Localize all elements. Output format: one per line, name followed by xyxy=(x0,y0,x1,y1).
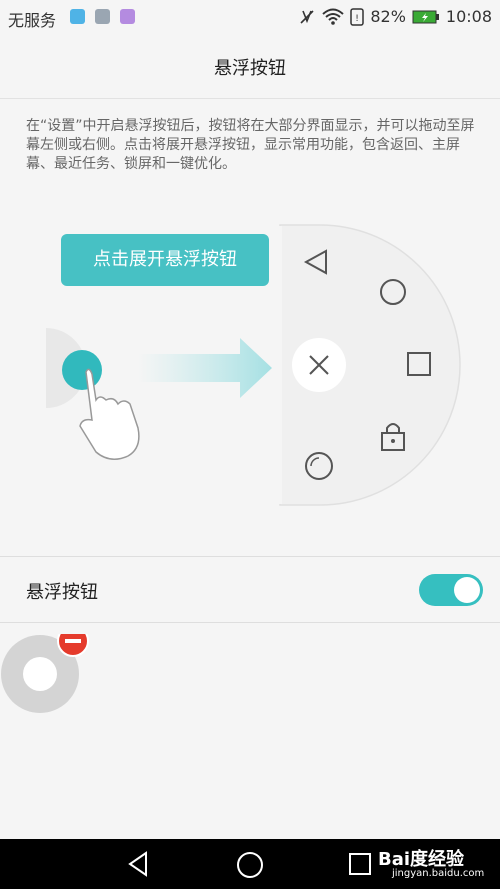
nav-back-icon[interactable] xyxy=(126,851,152,877)
wifi-icon xyxy=(322,8,344,25)
expand-arrow xyxy=(138,338,272,398)
sim-icon: ! xyxy=(350,7,365,26)
page-title: 悬浮按钮 xyxy=(214,58,286,79)
feature-description: 在“设置”中开启悬浮按钮后，按钮将在大部分界面显示，并可以拖动至屏幕左侧或右侧。… xyxy=(26,118,475,172)
floating-button-toggle[interactable] xyxy=(419,574,483,606)
page-header: 悬浮按钮 xyxy=(0,36,500,99)
status-bar: 无服务 ! 82% 10:08 xyxy=(0,0,500,36)
floating-button-preview[interactable] xyxy=(0,634,100,724)
nav-recents-icon[interactable] xyxy=(348,852,372,876)
remove-badge-icon[interactable] xyxy=(57,634,89,657)
expand-hint-tooltip: 点击展开悬浮按钮 xyxy=(61,234,269,286)
collapsed-floating-button xyxy=(62,350,102,390)
gallery-app-icon xyxy=(95,9,110,24)
nav-home-icon[interactable] xyxy=(236,851,264,879)
battery-percent: 82% xyxy=(370,7,406,26)
svg-text:!: ! xyxy=(356,14,360,24)
toggle-knob xyxy=(454,577,480,603)
battery-charging-icon xyxy=(412,10,439,23)
hand-pointer-icon xyxy=(79,368,140,460)
setting-label: 悬浮按钮 xyxy=(26,582,98,603)
watermark-url: jingyan.baidu.com xyxy=(392,868,485,879)
divider xyxy=(0,622,500,623)
mute-icon xyxy=(300,9,314,24)
carrier-text: 无服务 xyxy=(8,11,57,30)
health-app-icon xyxy=(70,9,85,24)
keyboard-app-icon xyxy=(120,9,135,24)
clock: 10:08 xyxy=(445,7,492,26)
